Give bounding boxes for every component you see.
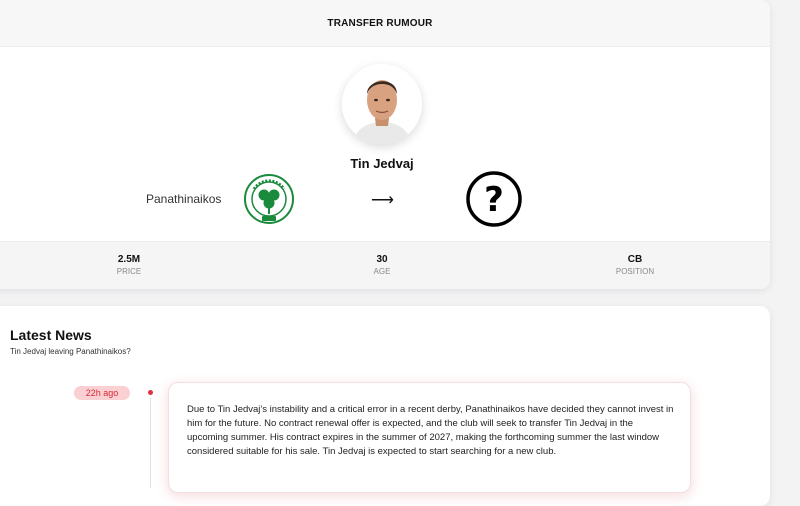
- news-item[interactable]: Due to Tin Jedvaj's instability and a cr…: [168, 382, 691, 493]
- news-item-text: Due to Tin Jedvaj's instability and a cr…: [187, 404, 674, 457]
- player-photo: [342, 64, 422, 144]
- player-name[interactable]: Tin Jedvaj: [282, 156, 482, 171]
- news-subtitle: Tin Jedvaj leaving Panathinaikos?: [10, 347, 131, 356]
- timeline-dot: [148, 390, 153, 395]
- svg-text:?: ?: [484, 180, 504, 220]
- stat-value: CB: [627, 254, 643, 265]
- stats-row: 2.5M PRICE 30 AGE CB POSITION: [0, 241, 770, 289]
- time-badge: 22h ago: [74, 386, 130, 400]
- stat-label: PRICE: [116, 267, 142, 276]
- news-title: Latest News: [10, 327, 92, 343]
- from-club-name[interactable]: Panathinaikos: [146, 192, 221, 206]
- card-header: TRANSFER RUMOUR: [0, 0, 770, 47]
- player-avatar[interactable]: [342, 64, 422, 144]
- stat-value: 2.5M: [117, 254, 141, 265]
- timeline-line: [150, 398, 151, 488]
- stat-age: 30 AGE: [322, 254, 442, 276]
- card-title: TRANSFER RUMOUR: [327, 17, 433, 29]
- transfer-arrow-icon: ⟶: [371, 192, 394, 209]
- latest-news-card: Latest News Tin Jedvaj leaving Panathina…: [0, 306, 770, 506]
- stat-value: 30: [376, 254, 388, 265]
- stat-label: AGE: [373, 267, 391, 276]
- stat-label: POSITION: [615, 267, 655, 276]
- stat-position: CB POSITION: [575, 254, 695, 276]
- unknown-club-icon: ?: [465, 170, 523, 228]
- stat-price: 2.5M PRICE: [69, 254, 189, 276]
- transfer-rumour-card: TRANSFER RUMOUR Tin Jedvaj Panathinaikos…: [0, 0, 770, 289]
- panathinaikos-logo-icon[interactable]: [244, 174, 294, 224]
